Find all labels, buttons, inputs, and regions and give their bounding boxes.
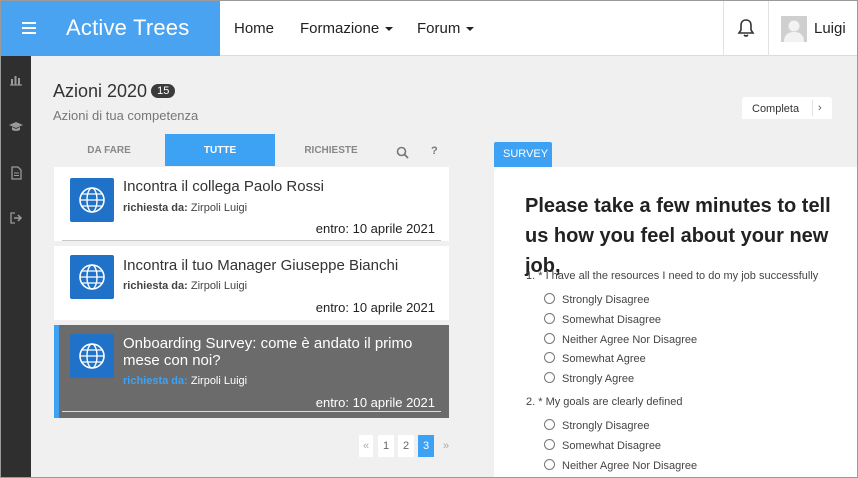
option-label: Strongly Agree bbox=[562, 373, 635, 385]
option-label: Somewhat Disagree bbox=[562, 440, 662, 452]
action-card[interactable]: Incontra il tuo Manager Giuseppe Bianchi… bbox=[54, 246, 449, 320]
survey-panel: Please take a few minutes to tell us how… bbox=[494, 167, 857, 477]
requester-name: Zirpoli Luigi bbox=[190, 202, 248, 214]
action-requester: richiesta da: Zirpoli Luigi bbox=[123, 202, 247, 214]
divider bbox=[723, 1, 724, 56]
pagination-page-2[interactable]: 2 bbox=[398, 435, 414, 457]
pagination-page-3[interactable]: 3 bbox=[418, 435, 434, 457]
radio-button[interactable] bbox=[544, 439, 555, 450]
caret-down-icon bbox=[466, 27, 475, 32]
tab-tutte[interactable]: TUTTE bbox=[165, 134, 275, 166]
nav-formazione-label: Formazione bbox=[300, 20, 380, 37]
bar-chart-icon[interactable] bbox=[8, 71, 24, 87]
user-name[interactable]: Luigi bbox=[814, 20, 846, 37]
pagination-page-1[interactable]: 1 bbox=[378, 435, 394, 457]
graduation-cap-icon[interactable] bbox=[8, 119, 24, 135]
radio-button[interactable] bbox=[544, 293, 555, 304]
search-icon[interactable] bbox=[396, 146, 409, 159]
action-due-date: entro: 10 aprile 2021 bbox=[315, 300, 435, 315]
nav-home[interactable]: Home bbox=[234, 20, 274, 37]
option-label: Neither Agree Nor Disagree bbox=[562, 334, 698, 346]
option-label: Neither Agree Nor Disagree bbox=[562, 460, 698, 472]
requester-name: Zirpoli Luigi bbox=[190, 280, 248, 292]
option-label: Strongly Disagree bbox=[562, 420, 650, 432]
page-title-text: Azioni 2020 bbox=[53, 81, 148, 101]
tab-da-fare[interactable]: DA FARE bbox=[54, 134, 164, 166]
document-icon[interactable] bbox=[8, 165, 24, 181]
tab-richieste[interactable]: RICHIESTE bbox=[276, 134, 386, 166]
radio-button[interactable] bbox=[544, 352, 555, 363]
pagination-prev[interactable]: « bbox=[359, 435, 373, 457]
action-title: Incontra il collega Paolo Rossi bbox=[123, 178, 324, 195]
top-bar: Active Trees Home Formazione Forum Luigi bbox=[1, 1, 857, 56]
globe-icon bbox=[70, 255, 114, 299]
radio-button[interactable] bbox=[544, 459, 555, 470]
survey-heading: Please take a few minutes to tell us how… bbox=[525, 195, 831, 277]
divider bbox=[62, 411, 441, 412]
user-silhouette-icon bbox=[784, 20, 804, 42]
help-icon[interactable]: ? bbox=[431, 145, 438, 157]
action-due-date: entro: 10 aprile 2021 bbox=[315, 221, 435, 236]
avatar[interactable] bbox=[781, 16, 807, 42]
action-requester: richiesta da: Zirpoli Luigi bbox=[123, 375, 247, 387]
requester-label: richiesta da: bbox=[123, 280, 188, 292]
pagination-next[interactable]: » bbox=[439, 435, 453, 457]
survey-option[interactable]: Strongly Agree bbox=[544, 372, 634, 385]
caret-down-icon bbox=[385, 27, 394, 32]
page-title: Azioni 2020 15 bbox=[53, 81, 176, 102]
option-label: Somewhat Disagree bbox=[562, 314, 662, 326]
requester-name: Zirpoli Luigi bbox=[190, 375, 248, 387]
nav-forum-label: Forum bbox=[417, 20, 461, 37]
divider bbox=[62, 240, 441, 241]
hamburger-menu-icon[interactable] bbox=[22, 22, 36, 34]
action-title: Incontra il tuo Manager Giuseppe Bianchi bbox=[123, 257, 399, 274]
globe-icon bbox=[70, 178, 114, 222]
nav-forum[interactable]: Forum bbox=[417, 20, 475, 37]
page-subtitle: Azioni di tua competenza bbox=[53, 108, 199, 123]
left-rail bbox=[1, 56, 31, 477]
divider bbox=[768, 1, 769, 56]
survey-option[interactable]: Neither Agree Nor Disagree bbox=[544, 333, 697, 346]
survey-option[interactable]: Strongly Disagree bbox=[544, 293, 649, 306]
completa-button[interactable]: Completa › bbox=[742, 97, 832, 119]
survey-question: 1. * I have all the resources I need to … bbox=[526, 270, 819, 282]
radio-button[interactable] bbox=[544, 313, 555, 324]
action-title: Onboarding Survey: come è andato il prim… bbox=[123, 335, 413, 369]
survey-option[interactable]: Somewhat Disagree bbox=[544, 439, 661, 452]
sign-out-icon[interactable] bbox=[8, 210, 24, 226]
radio-button[interactable] bbox=[544, 333, 555, 344]
chevron-right-icon: › bbox=[818, 102, 822, 114]
count-badge: 15 bbox=[151, 84, 176, 98]
survey-option[interactable]: Neither Agree Nor Disagree bbox=[544, 459, 697, 472]
nav-formazione[interactable]: Formazione bbox=[300, 20, 394, 37]
brand-area: Active Trees bbox=[1, 1, 220, 56]
action-requester: richiesta da: Zirpoli Luigi bbox=[123, 280, 247, 292]
survey-tab[interactable]: SURVEY bbox=[494, 142, 552, 167]
radio-button[interactable] bbox=[544, 419, 555, 430]
survey-question: 2. * My goals are clearly defined bbox=[526, 396, 683, 408]
requester-label: richiesta da: bbox=[123, 202, 188, 214]
action-due-date: entro: 10 aprile 2021 bbox=[315, 395, 435, 410]
survey-option[interactable]: Somewhat Agree bbox=[544, 352, 646, 365]
divider bbox=[812, 100, 813, 116]
option-label: Somewhat Agree bbox=[562, 353, 646, 365]
bell-icon[interactable] bbox=[737, 18, 755, 38]
survey-option[interactable]: Strongly Disagree bbox=[544, 419, 649, 432]
action-card[interactable]: Incontra il collega Paolo Rossi richiest… bbox=[54, 167, 449, 241]
radio-button[interactable] bbox=[544, 372, 555, 383]
globe-icon bbox=[70, 334, 114, 378]
action-card-selected[interactable]: Onboarding Survey: come è andato il prim… bbox=[54, 325, 449, 418]
option-label: Strongly Disagree bbox=[562, 294, 650, 306]
app-window: Active Trees Home Formazione Forum Luigi bbox=[1, 1, 857, 477]
survey-option[interactable]: Somewhat Disagree bbox=[544, 313, 661, 326]
brand-title[interactable]: Active Trees bbox=[66, 15, 189, 41]
requester-label: richiesta da: bbox=[123, 375, 188, 387]
completa-label: Completa bbox=[752, 103, 800, 115]
